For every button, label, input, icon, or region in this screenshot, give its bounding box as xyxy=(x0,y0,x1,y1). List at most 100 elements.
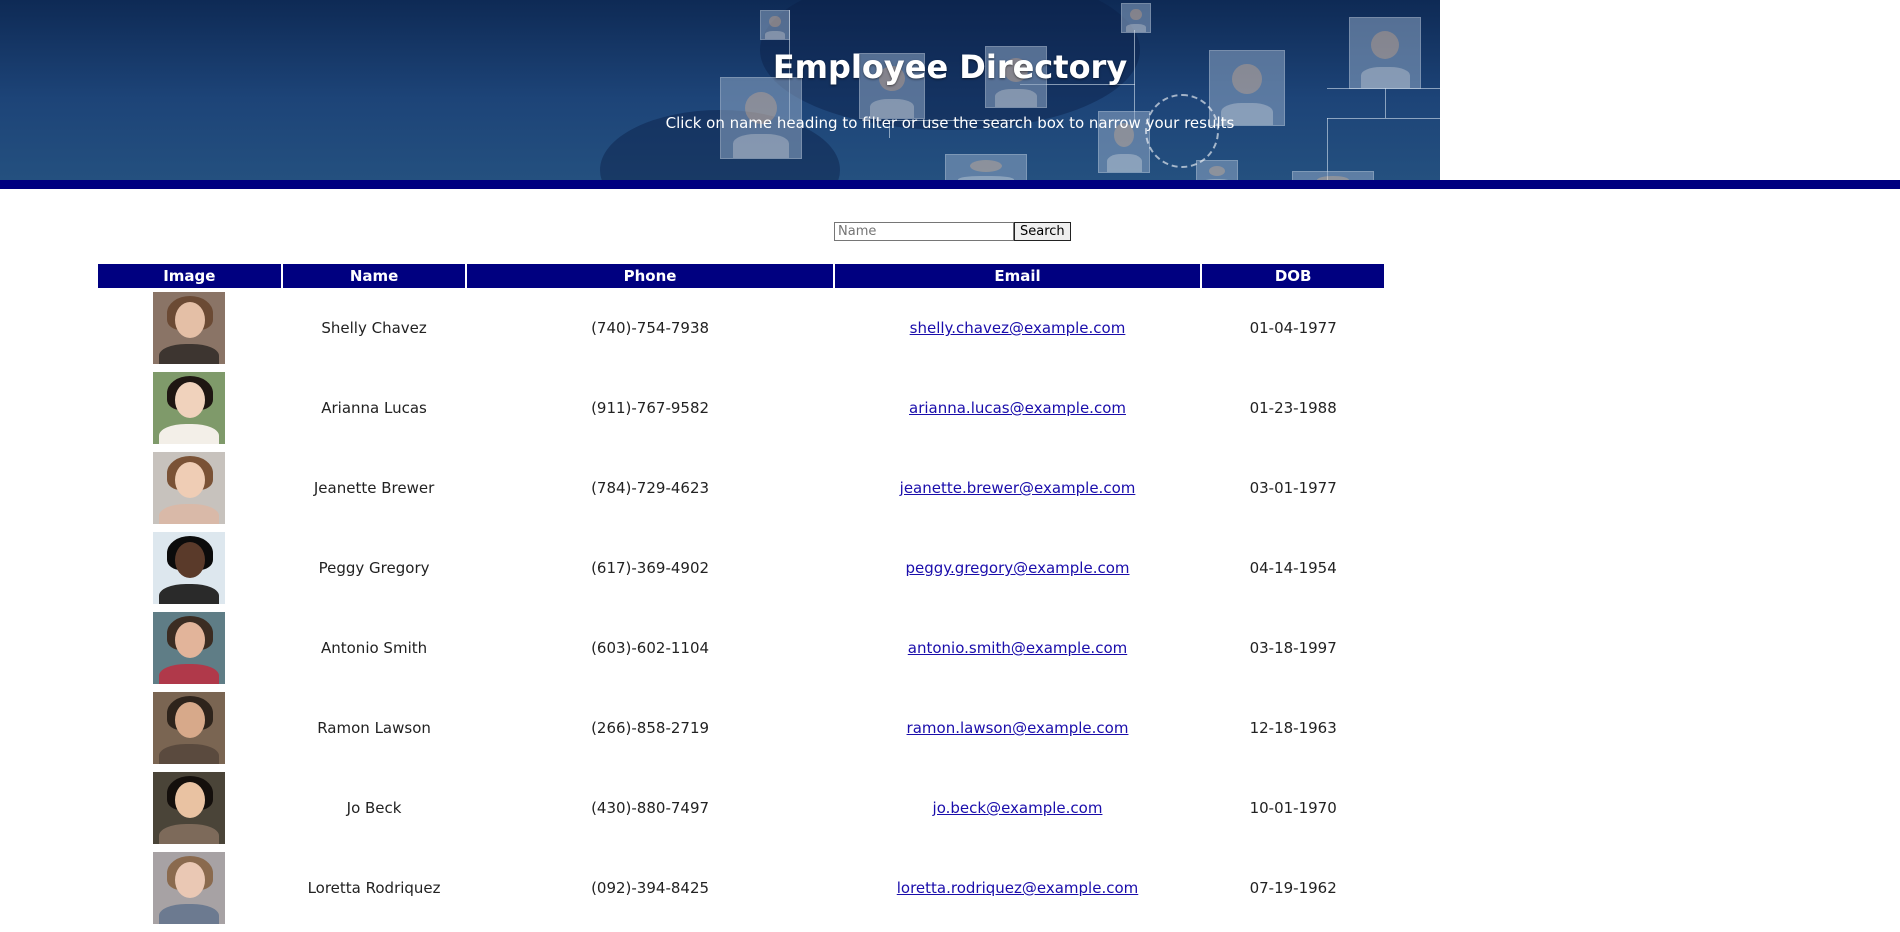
employee-phone: (784)-729-4623 xyxy=(591,479,710,497)
employee-dob: 03-01-1977 xyxy=(1249,479,1337,497)
employee-table: Image Name Phone Email DOB Shelly Chavez… xyxy=(96,264,1386,928)
employee-dob: 07-19-1962 xyxy=(1249,879,1337,897)
email-cell: shelly.chavez@example.com xyxy=(835,288,1201,368)
search-button[interactable]: Search xyxy=(1014,222,1071,241)
header-banner xyxy=(0,0,1440,180)
photo-torso xyxy=(159,424,220,444)
photo-face xyxy=(175,542,206,578)
employee-dob: 04-14-1954 xyxy=(1249,559,1337,577)
employee-email-link[interactable]: arianna.lucas@example.com xyxy=(909,399,1126,417)
column-header-name[interactable]: Name xyxy=(282,264,466,288)
employee-phone: (740)-754-7938 xyxy=(591,319,710,337)
email-cell: antonio.smith@example.com xyxy=(835,608,1201,688)
photo-face xyxy=(175,622,206,658)
employee-photo xyxy=(153,372,226,444)
employee-photo xyxy=(153,452,226,524)
employee-name: Shelly Chavez xyxy=(321,319,427,337)
photo-torso xyxy=(159,744,220,764)
table-row: Shelly Chavez (740)-754-7938 shelly.chavez… xyxy=(98,288,1384,368)
employee-dob: 01-04-1977 xyxy=(1249,319,1337,337)
employee-dob: 03-18-1997 xyxy=(1249,639,1337,657)
table-row: Arianna Lucas (911)-767-9582 arianna.lucas… xyxy=(98,368,1384,448)
employee-phone: (617)-369-4902 xyxy=(591,559,710,577)
banner-portrait xyxy=(1196,160,1238,180)
image-cell xyxy=(98,448,281,528)
photo-face xyxy=(175,382,206,418)
column-header-email[interactable]: Email xyxy=(834,264,1201,288)
employee-photo xyxy=(153,692,226,764)
photo-torso xyxy=(159,584,220,604)
employee-phone: (911)-767-9582 xyxy=(591,399,710,417)
employee-email-link[interactable]: antonio.smith@example.com xyxy=(908,639,1127,657)
employee-photo xyxy=(153,612,226,684)
employee-email-link[interactable]: loretta.rodriquez@example.com xyxy=(897,879,1139,897)
employee-name: Peggy Gregory xyxy=(318,559,430,577)
table-body: Shelly Chavez (740)-754-7938 shelly.chavez… xyxy=(98,288,1384,928)
page-subtitle: Click on name heading to filter or use t… xyxy=(665,114,1235,132)
column-header-image[interactable]: Image xyxy=(98,264,281,288)
table-row: Peggy Gregory (617)-369-4902 peggy.gregory… xyxy=(98,528,1384,608)
table-row: Jo Beck (430)-880-7497 jo.beck@example.com… xyxy=(98,768,1384,848)
employee-dob: 10-01-1970 xyxy=(1249,799,1337,817)
employee-photo xyxy=(153,532,226,604)
employee-email-link[interactable]: jo.beck@example.com xyxy=(933,799,1103,817)
image-cell xyxy=(98,768,281,848)
employee-photo xyxy=(153,772,226,844)
employee-photo xyxy=(153,852,226,924)
column-header-dob[interactable]: DOB xyxy=(1202,264,1384,288)
photo-face xyxy=(175,782,206,818)
photo-torso xyxy=(159,344,220,364)
employee-name: Loretta Rodriquez xyxy=(307,879,441,897)
photo-face xyxy=(175,462,206,498)
employee-photo xyxy=(153,292,226,364)
employee-name: Jeanette Brewer xyxy=(313,479,435,497)
employee-email-link[interactable]: ramon.lawson@example.com xyxy=(907,719,1129,737)
employee-phone: (092)-394-8425 xyxy=(591,879,710,897)
banner-portrait xyxy=(1121,3,1151,33)
employee-dob: 12-18-1963 xyxy=(1249,719,1337,737)
employee-phone: (430)-880-7497 xyxy=(591,799,710,817)
employee-dob: 01-23-1988 xyxy=(1249,399,1337,417)
search-form: Search xyxy=(834,222,1071,241)
email-cell: loretta.rodriquez@example.com xyxy=(835,848,1201,928)
image-cell xyxy=(98,528,281,608)
banner-portrait xyxy=(760,10,790,40)
image-cell xyxy=(98,608,281,688)
table-header-row: Image Name Phone Email DOB xyxy=(98,264,1384,288)
image-cell xyxy=(98,288,281,368)
employee-phone: (603)-602-1104 xyxy=(591,639,710,657)
email-cell: jo.beck@example.com xyxy=(835,768,1201,848)
photo-torso xyxy=(159,904,220,924)
banner-portrait xyxy=(945,154,1027,180)
column-header-phone[interactable]: Phone xyxy=(467,264,833,288)
email-cell: arianna.lucas@example.com xyxy=(835,368,1201,448)
employee-email-link[interactable]: shelly.chavez@example.com xyxy=(910,319,1126,337)
image-cell xyxy=(98,368,281,448)
photo-face xyxy=(175,302,206,338)
email-cell: jeanette.brewer@example.com xyxy=(835,448,1201,528)
photo-torso xyxy=(159,504,220,524)
employee-email-link[interactable]: jeanette.brewer@example.com xyxy=(900,479,1136,497)
employee-name: Ramon Lawson xyxy=(317,719,431,737)
table-row: Loretta Rodriquez (092)-394-8425 loretta.r… xyxy=(98,848,1384,928)
banner-portrait xyxy=(1292,171,1374,180)
employee-name: Antonio Smith xyxy=(320,639,428,657)
employee-phone: (266)-858-2719 xyxy=(591,719,710,737)
email-cell: peggy.gregory@example.com xyxy=(835,528,1201,608)
employee-name: Jo Beck xyxy=(346,799,402,817)
search-input[interactable] xyxy=(834,222,1014,241)
image-cell xyxy=(98,848,281,928)
employee-email-link[interactable]: peggy.gregory@example.com xyxy=(906,559,1130,577)
photo-torso xyxy=(159,664,220,684)
email-cell: ramon.lawson@example.com xyxy=(835,688,1201,768)
image-cell xyxy=(98,688,281,768)
header-divider-bar xyxy=(0,180,1900,189)
photo-torso xyxy=(159,824,220,844)
table-row: Antonio Smith (603)-602-1104 antonio.smith… xyxy=(98,608,1384,688)
table-row: Ramon Lawson (266)-858-2719 ramon.lawson@e… xyxy=(98,688,1384,768)
employee-name: Arianna Lucas xyxy=(321,399,427,417)
page-title: Employee Directory xyxy=(772,48,1128,86)
table-row: Jeanette Brewer (784)-729-4623 jeanette.br… xyxy=(98,448,1384,528)
photo-face xyxy=(175,702,206,738)
photo-face xyxy=(175,862,206,898)
